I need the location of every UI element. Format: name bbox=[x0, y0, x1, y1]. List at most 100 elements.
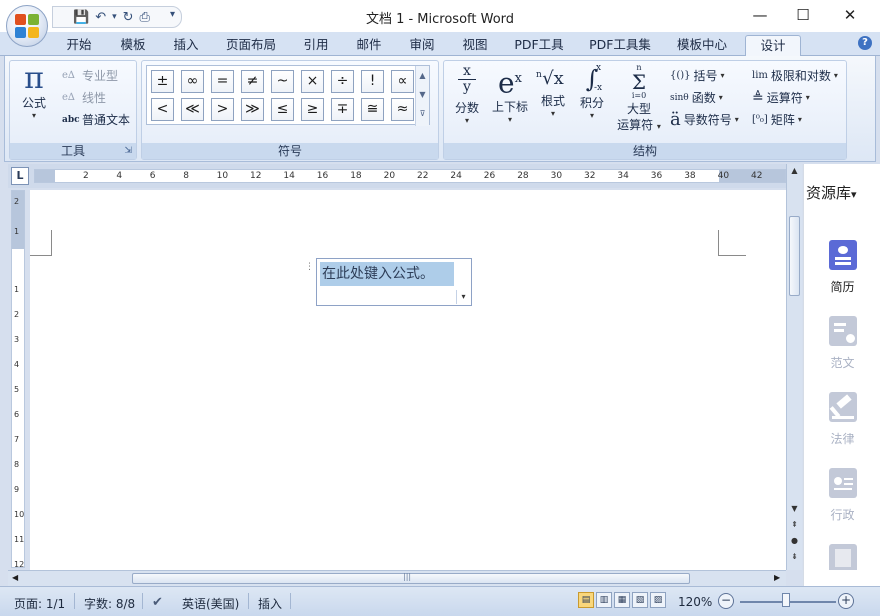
office-button[interactable] bbox=[6, 5, 48, 47]
language-indicator[interactable]: 英语(美国) bbox=[182, 595, 239, 612]
tab-view[interactable]: 视图 bbox=[454, 35, 496, 56]
dialog-launcher-icon[interactable]: ⇲ bbox=[124, 146, 132, 156]
zoom-level[interactable]: 120% bbox=[678, 595, 712, 609]
symbol-less-equal[interactable]: ≤ bbox=[271, 98, 294, 121]
linear-button[interactable]: e∆ 线性 bbox=[62, 89, 106, 106]
limit-log-button[interactable]: lim 极限和对数 ▾ bbox=[752, 67, 838, 84]
scroll-right-icon[interactable]: ▶ bbox=[774, 573, 780, 582]
resource-item-sample-essay[interactable]: 范文 bbox=[804, 316, 880, 371]
symbol-infinity[interactable]: ∞ bbox=[181, 70, 204, 93]
symbol-not-equal[interactable]: ≠ bbox=[241, 70, 264, 93]
print-layout-view-icon[interactable]: ▤ bbox=[578, 592, 594, 608]
equation-placeholder[interactable]: 在此处键入公式。 bbox=[320, 262, 454, 286]
symbol-approx[interactable]: ≈ bbox=[391, 98, 414, 121]
draft-view-icon[interactable]: ▨ bbox=[650, 592, 666, 608]
zoom-in-icon[interactable]: + bbox=[838, 593, 854, 609]
tab-page-layout[interactable]: 页面布局 bbox=[220, 35, 282, 56]
document-page[interactable] bbox=[30, 190, 786, 570]
matrix-button[interactable]: [⁰₀] 矩阵 ▾ bbox=[752, 111, 802, 128]
zoom-slider-thumb[interactable] bbox=[782, 593, 790, 607]
bracket-button[interactable]: {()} 括号 ▾ bbox=[670, 67, 725, 84]
fraction-button[interactable]: x y 分数 ▾ bbox=[450, 64, 484, 126]
equation-handle-icon[interactable]: ⋮ bbox=[305, 260, 315, 274]
equation-options-icon[interactable]: ▾ bbox=[456, 290, 470, 304]
select-browse-object-icon[interactable]: ● bbox=[789, 536, 800, 545]
tab-mailings[interactable]: 邮件 bbox=[348, 35, 390, 56]
zoom-out-icon[interactable]: − bbox=[718, 593, 734, 609]
ruler-number: 36 bbox=[650, 171, 663, 181]
minimize-button[interactable]: — bbox=[740, 4, 780, 28]
symbol-greater-than[interactable]: > bbox=[211, 98, 234, 121]
tab-design[interactable]: 设计 bbox=[745, 35, 801, 56]
symbol-divide[interactable]: ÷ bbox=[331, 70, 354, 93]
scroll-down-icon[interactable]: ▼ bbox=[789, 504, 800, 513]
symbol-factorial[interactable]: ! bbox=[361, 70, 384, 93]
tab-selector[interactable]: L bbox=[11, 167, 29, 185]
full-screen-reading-icon[interactable]: ▥ bbox=[596, 592, 612, 608]
equation-box[interactable]: 在此处键入公式。 ▾ bbox=[316, 258, 472, 306]
symbol-less-than[interactable]: < bbox=[151, 98, 174, 121]
function-button[interactable]: sinθ 函数 ▾ bbox=[670, 89, 723, 106]
vertical-ruler[interactable]: 2 1 1 2 3 4 5 6 7 8 9 10 11 12 bbox=[11, 190, 25, 569]
scroll-up-icon[interactable]: ▲ bbox=[789, 166, 800, 175]
radical-button[interactable]: n √x 根式 ▾ bbox=[534, 65, 572, 119]
tab-home[interactable]: 开始 bbox=[58, 35, 100, 56]
symbol-much-greater[interactable]: ≫ bbox=[241, 98, 264, 121]
symbol-times[interactable]: × bbox=[301, 70, 324, 93]
insert-mode-indicator[interactable]: 插入 bbox=[258, 595, 282, 612]
resource-item-law[interactable]: 法律 bbox=[804, 392, 880, 447]
tab-template-center[interactable]: 模板中心 bbox=[668, 35, 736, 56]
symbol-proportional[interactable]: ∝ bbox=[391, 70, 414, 93]
horizontal-scroll-thumb[interactable]: ||| bbox=[132, 572, 690, 584]
resource-item-resume[interactable]: 简历 bbox=[804, 240, 880, 295]
web-layout-icon[interactable]: ▦ bbox=[614, 592, 630, 608]
tab-templates[interactable]: 模板 bbox=[112, 35, 154, 56]
next-page-icon[interactable]: ⇟ bbox=[789, 552, 800, 561]
vertical-scroll-thumb[interactable] bbox=[789, 216, 800, 296]
page-indicator[interactable]: 页面: 1/1 bbox=[14, 595, 65, 612]
scroll-down-icon[interactable]: ▼ bbox=[416, 85, 429, 104]
sample-essay-label: 范文 bbox=[830, 356, 855, 370]
close-button[interactable]: ✕ bbox=[830, 4, 870, 28]
symbol-much-less[interactable]: ≪ bbox=[181, 98, 204, 121]
script-button[interactable]: ex 上下标 ▾ bbox=[488, 63, 532, 125]
maximize-button[interactable]: ☐ bbox=[783, 4, 823, 28]
resource-panel-title[interactable]: 资源库▾ bbox=[806, 182, 857, 203]
resource-item-administration[interactable]: 行政 bbox=[804, 468, 880, 523]
outline-view-icon[interactable]: ▧ bbox=[632, 592, 648, 608]
ribbon-tabs: 开始 模板 插入 页面布局 引用 邮件 审阅 视图 PDF工具 PDF工具集 模… bbox=[0, 32, 880, 56]
symbol-greater-equal[interactable]: ≥ bbox=[301, 98, 324, 121]
vertical-scrollbar[interactable]: ▲ ▼ ⇞ ● ⇟ bbox=[786, 164, 802, 570]
symbol-minus-plus[interactable]: ∓ bbox=[331, 98, 354, 121]
pi-icon: π bbox=[24, 61, 44, 96]
symbol-equals[interactable]: = bbox=[211, 70, 234, 93]
operator-button[interactable]: ≜ 运算符 ▾ bbox=[752, 89, 810, 106]
tab-insert[interactable]: 插入 bbox=[165, 35, 207, 56]
tools-group-label: 工具 bbox=[10, 143, 136, 159]
tab-review[interactable]: 审阅 bbox=[401, 35, 443, 56]
equation-button[interactable]: π 公式 ▾ bbox=[14, 63, 54, 121]
tab-pdf-tools[interactable]: PDF工具 bbox=[508, 35, 570, 56]
accent-button[interactable]: ä 导数符号 ▾ bbox=[670, 109, 739, 130]
gallery-more-icon[interactable]: ⊽ bbox=[416, 104, 429, 123]
resource-item-education[interactable]: 教育 bbox=[804, 544, 880, 570]
horizontal-ruler[interactable]: 2 4 6 8 10 12 14 16 18 20 22 24 26 28 30 32 34 36 38 40 42 bbox=[34, 169, 786, 183]
symbol-plus-minus[interactable]: ± bbox=[151, 70, 174, 93]
tab-pdf-toolset[interactable]: PDF工具集 bbox=[584, 35, 656, 56]
help-icon[interactable]: ? bbox=[858, 36, 872, 50]
ruler-number: 8 bbox=[14, 460, 20, 469]
plain-text-button[interactable]: abc 普通文本 bbox=[62, 111, 130, 128]
tab-references[interactable]: 引用 bbox=[295, 35, 337, 56]
previous-page-icon[interactable]: ⇞ bbox=[789, 520, 800, 529]
proofing-icon[interactable]: ✔ bbox=[152, 595, 163, 610]
professional-button[interactable]: e∆ 专业型 bbox=[62, 67, 118, 84]
scroll-left-icon[interactable]: ◀ bbox=[12, 573, 18, 582]
word-count[interactable]: 字数: 8/8 bbox=[84, 595, 135, 612]
large-operator-button[interactable]: n Σ i=0 大型 运算符 ▾ bbox=[614, 63, 664, 133]
symbol-tilde[interactable]: ~ bbox=[271, 70, 294, 93]
horizontal-scrollbar[interactable]: ◀ ||| ▶ bbox=[8, 570, 786, 586]
ruler-number: 22 bbox=[417, 171, 429, 181]
scroll-up-icon[interactable]: ▲ bbox=[416, 66, 429, 85]
symbol-congruent[interactable]: ≅ bbox=[361, 98, 384, 121]
integral-button[interactable]: ∫ x -x 积分 ▾ bbox=[574, 63, 610, 121]
